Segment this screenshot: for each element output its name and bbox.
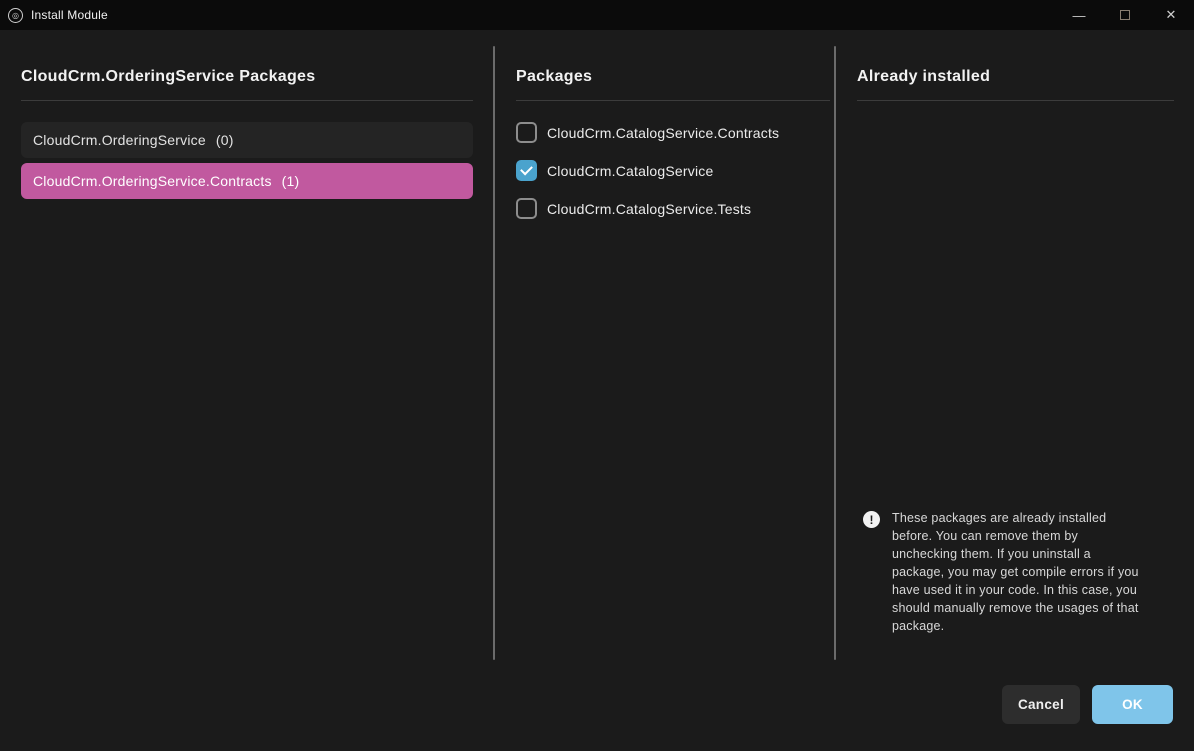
package-label: CloudCrm.CatalogService.Tests: [547, 201, 751, 217]
window-title: Install Module: [31, 8, 108, 22]
close-button[interactable]: ✕: [1148, 0, 1194, 30]
module-item-count: (1): [282, 173, 300, 189]
module-item-orderingservice[interactable]: CloudCrm.OrderingService (0): [21, 122, 473, 158]
package-row-catalogservice[interactable]: CloudCrm.CatalogService: [516, 160, 713, 181]
module-item-label: CloudCrm.OrderingService: [33, 132, 206, 148]
package-row-catalogservice-contracts[interactable]: CloudCrm.CatalogService.Contracts: [516, 122, 779, 143]
packages-panel-header: Packages: [516, 68, 592, 86]
right-column-separator: [834, 46, 836, 660]
left-column-separator: [493, 46, 495, 660]
already-installed-note: ! These packages are already installed b…: [863, 509, 1155, 635]
checkbox-unchecked-icon[interactable]: [516, 198, 537, 219]
installed-panel-header: Already installed: [857, 68, 990, 86]
packages-header-divider: [516, 100, 830, 101]
info-icon: !: [863, 511, 880, 528]
app-icon: ◎: [8, 8, 23, 23]
module-item-label: CloudCrm.OrderingService.Contracts: [33, 173, 272, 189]
left-header-divider: [21, 100, 473, 101]
note-text: These packages are already installed bef…: [892, 509, 1140, 635]
package-label: CloudCrm.CatalogService: [547, 163, 713, 179]
maximize-icon: [1120, 10, 1130, 20]
module-item-count: (0): [216, 132, 234, 148]
ok-button[interactable]: OK: [1092, 685, 1173, 724]
install-module-dialog: ◎ Install Module — ✕ CloudCrm.OrderingSe…: [0, 0, 1194, 751]
check-icon: [520, 163, 533, 176]
cancel-button[interactable]: Cancel: [1002, 685, 1080, 724]
left-panel-header: CloudCrm.OrderingService Packages: [21, 68, 315, 86]
maximize-button[interactable]: [1102, 0, 1148, 30]
module-item-orderingservice-contracts[interactable]: CloudCrm.OrderingService.Contracts (1): [21, 163, 473, 199]
titlebar: ◎ Install Module — ✕: [0, 0, 1194, 30]
package-label: CloudCrm.CatalogService.Contracts: [547, 125, 779, 141]
checkbox-checked-icon[interactable]: [516, 160, 537, 181]
package-row-catalogservice-tests[interactable]: CloudCrm.CatalogService.Tests: [516, 198, 751, 219]
installed-header-divider: [857, 100, 1174, 101]
minimize-button[interactable]: —: [1056, 0, 1102, 30]
checkbox-unchecked-icon[interactable]: [516, 122, 537, 143]
window-controls: — ✕: [1056, 0, 1194, 30]
